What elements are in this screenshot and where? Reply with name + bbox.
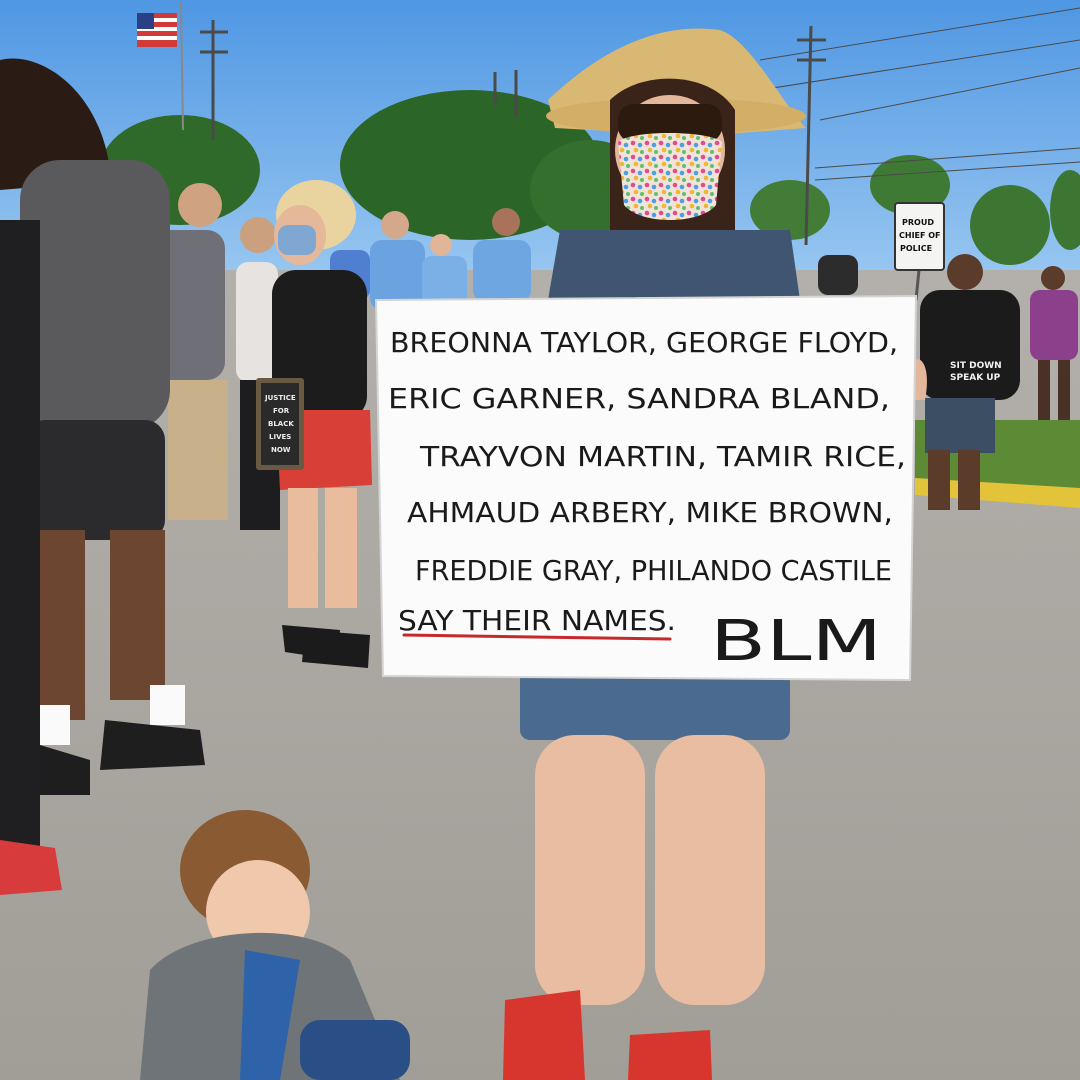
sign-line-3: TRAYVON MARTIN, TAMIR RICE,	[419, 440, 906, 473]
letterboard-line-3: BLACK	[268, 420, 294, 428]
sign-line-1: BREONNA TAYLOR, GEORGE FLOYD,	[390, 326, 898, 359]
street-sign-line-3: POLICE	[900, 244, 932, 253]
sign-line-2: ERIC GARNER, SANDRA BLAND,	[388, 382, 890, 415]
photo-scene: SIT DOWN SPEAK UP PROUD CHIEF OF POLICE	[0, 0, 1080, 1080]
shirt-line-2: SPEAK UP	[950, 373, 1001, 383]
letterboard-line-5: NOW	[271, 446, 291, 454]
sign-line-5: FREDDIE GRAY, PHILANDO CASTILE	[415, 554, 892, 587]
sign-closing: SAY THEIR NAMES.	[398, 604, 676, 637]
letterboard-line-4: LIVES	[269, 433, 291, 441]
letterboard: JUSTICE FOR BLACK LIVES NOW	[256, 378, 304, 470]
sign-tag: BLM	[710, 609, 882, 674]
street-sign-line-1: PROUD	[902, 218, 934, 227]
protest-sign: BREONNA TAYLOR, GEORGE FLOYD, ERIC GARNE…	[374, 294, 918, 682]
shirt-line-1: SIT DOWN	[950, 361, 1002, 371]
letterboard-line-1: JUSTICE	[264, 394, 296, 402]
sign-line-4: AHMAUD ARBERY, MIKE BROWN,	[407, 496, 893, 529]
street-sign-line-2: CHIEF OF	[899, 231, 941, 240]
letterboard-line-2: FOR	[273, 407, 290, 415]
